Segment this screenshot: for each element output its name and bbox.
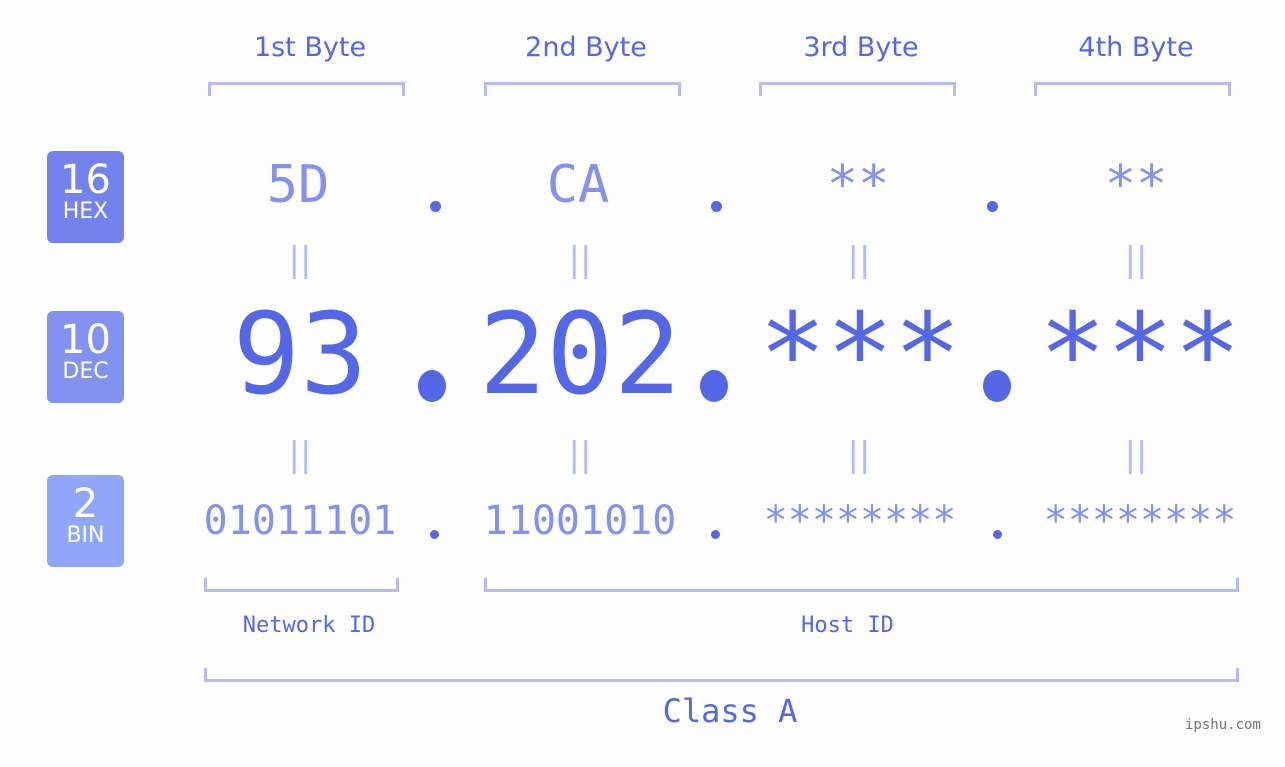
dec-dot-1	[418, 370, 446, 402]
watermark: ipshu.com	[1185, 717, 1261, 733]
byte-header-3: 3rd Byte	[803, 32, 919, 63]
bin-dot-1	[430, 530, 439, 539]
hex-byte-2: CA	[546, 155, 610, 215]
bin-byte-3: ********	[763, 498, 957, 544]
bin-byte-2: 11001010	[483, 498, 677, 544]
hex-base-label: HEX	[62, 199, 109, 224]
dec-dot-3	[983, 370, 1011, 402]
equals-dec-bin-2: ||	[568, 435, 592, 475]
hex-byte-1: 5D	[266, 155, 330, 215]
hex-byte-3: **	[826, 155, 890, 215]
bin-base-number: 2	[72, 481, 99, 527]
dec-base-number: 10	[60, 317, 111, 363]
dec-byte-3: ***	[758, 290, 962, 420]
hex-base-number: 16	[60, 157, 111, 203]
hex-byte-4: **	[1104, 155, 1168, 215]
equals-dec-bin-4: ||	[1124, 435, 1148, 475]
bin-badge: 2 BIN	[47, 475, 124, 567]
bin-byte-4: ********	[1043, 498, 1237, 544]
byte-bracket-3	[759, 82, 956, 96]
equals-hex-dec-1: ||	[288, 240, 312, 280]
dec-byte-1: 93	[232, 290, 368, 420]
byte-bracket-2	[484, 82, 681, 96]
bin-base-label: BIN	[66, 523, 105, 548]
hex-dot-2	[711, 201, 722, 212]
byte-header-4: 4th Byte	[1078, 32, 1194, 63]
network-id-bracket	[204, 578, 399, 592]
bin-dot-2	[711, 530, 720, 539]
hex-dot-1	[430, 201, 441, 212]
equals-hex-dec-2: ||	[568, 240, 592, 280]
dec-byte-4: ***	[1038, 290, 1242, 420]
dec-base-label: DEC	[62, 359, 109, 384]
byte-bracket-1	[208, 82, 405, 96]
dec-badge: 10 DEC	[47, 311, 124, 403]
bin-byte-1: 01011101	[203, 498, 397, 544]
byte-header-2: 2nd Byte	[525, 32, 647, 63]
byte-bracket-4	[1034, 82, 1231, 96]
dec-byte-2: 202	[478, 290, 682, 420]
byte-header-1: 1st Byte	[253, 32, 367, 63]
equals-hex-dec-3: ||	[847, 240, 871, 280]
hex-dot-3	[987, 201, 998, 212]
network-id-label: Network ID	[242, 613, 376, 638]
equals-dec-bin-1: ||	[288, 435, 312, 475]
dec-dot-2	[700, 370, 728, 402]
equals-hex-dec-4: ||	[1124, 240, 1148, 280]
host-id-label: Host ID	[801, 613, 894, 638]
class-bracket	[204, 668, 1239, 682]
class-label: Class A	[662, 692, 798, 730]
host-id-bracket	[484, 578, 1239, 592]
bin-dot-3	[993, 530, 1002, 539]
hex-badge: 16 HEX	[47, 151, 124, 243]
equals-dec-bin-3: ||	[847, 435, 871, 475]
